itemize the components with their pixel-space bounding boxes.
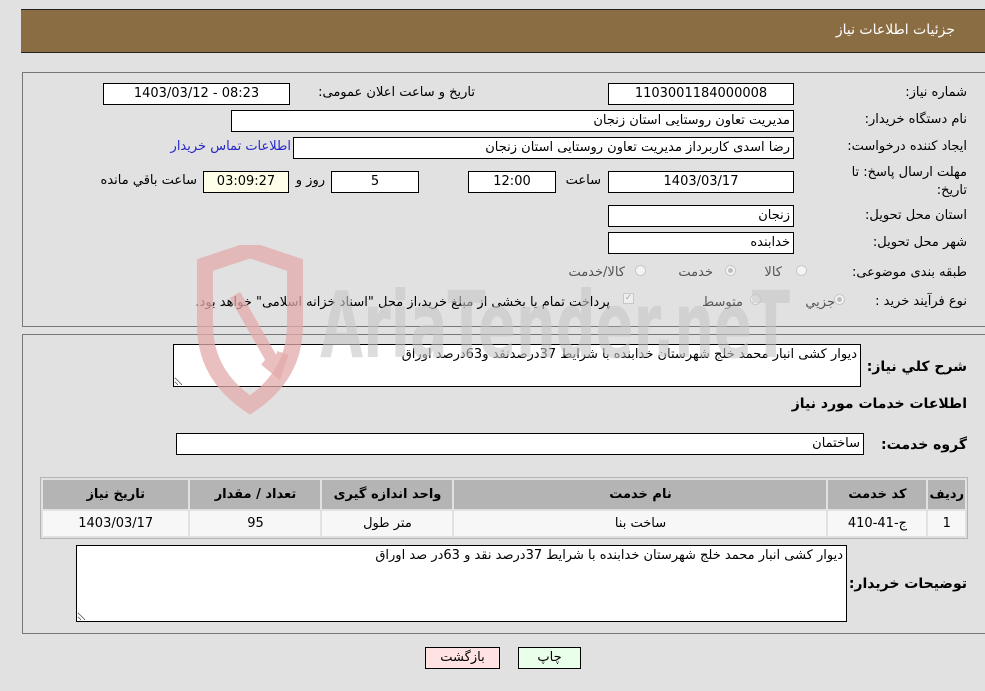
cell-row-number: 1 [928,511,965,536]
buyer-org-field: مدیریت تعاون روستایی استان زنجان [231,110,794,132]
print-button[interactable]: چاپ [518,647,581,669]
col-header-row-number: ردیف [928,480,965,509]
services-table: ردیف کد خدمت نام خدمت واحد اندازه گیری ت… [40,477,968,539]
back-button[interactable]: بازگشت [425,647,500,669]
cell-service-code: ج-41-410 [828,511,927,536]
purchase-process-label: نوع فرآیند خرید : [875,294,967,309]
col-header-need-date: تاریخ نیاز [43,480,189,509]
category-label: طبقه بندی موضوعی: [851,265,967,280]
general-desc-label: شرح کلي نياز: [866,359,967,375]
days-label: روز و [295,173,325,188]
buyer-notes-label: توضیحات خریدار: [848,576,967,592]
payment-treasury-checkbox[interactable]: ✓ [623,293,634,304]
page-header: جزئیات اطلاعات نیاز [21,9,985,53]
cell-quantity: 95 [190,511,321,536]
buyer-contact-link[interactable]: اطلاعات تماس خریدار [171,139,291,154]
cell-need-date: 1403/03/17 [43,511,189,536]
page-title: جزئیات اطلاعات نیاز [835,22,955,38]
deadline-date-field: 1403/03/17 [608,171,794,193]
col-header-unit: واحد اندازه گیری [322,480,453,509]
service-group-field: ساختمان [176,433,864,455]
process-radio-minor[interactable] [834,294,845,305]
delivery-city-label: شهر محل تحویل: [872,235,967,250]
category-radio-service[interactable] [725,265,736,276]
need-number-field: 1103001184000008 [608,83,794,105]
remaining-time-field: 03:09:27 [203,171,289,193]
services-table-header: ردیف کد خدمت نام خدمت واحد اندازه گیری ت… [43,480,965,509]
general-desc-textarea[interactable]: دیوار کشی انبار محمد خلج شهرستان خدابنده… [173,344,861,387]
col-header-quantity: تعداد / مقدار [190,480,321,509]
remaining-time-label: ساعت باقي مانده [100,173,197,188]
buyer-org-label: نام دستگاه خریدار: [864,112,967,127]
need-info-panel: شماره نیاز: 1103001184000008 تاریخ و ساع… [22,72,985,327]
delivery-city-field: خدابنده [608,232,794,254]
cell-service-name: ساخت بنا [454,511,827,536]
deadline-time-field: 12:00 [468,171,556,193]
category-option-goods-service: کالا/خدمت [568,265,625,280]
process-option-medium: متوسط [702,295,743,310]
col-header-service-name: نام خدمت [454,480,827,509]
buyer-notes-textarea[interactable]: دیوار کشی انبار محمد خلج شهرستان خدابنده… [76,545,847,622]
cell-unit: متر طول [322,511,453,536]
process-option-minor: جزيي [805,295,835,310]
payment-note: پرداخت تمام یا بخشی از مبلغ خرید،از محل … [195,295,610,310]
services-section-title: اطلاعات خدمات مورد نياز [791,396,967,412]
deadline-time-label: ساعت [565,173,601,188]
category-option-service: خدمت [678,265,713,280]
deadline-label-line1: مهلت ارسال پاسخ: تا [851,165,967,180]
category-option-goods: کالا [764,265,782,280]
category-radio-goods-service[interactable] [635,265,646,276]
details-panel: شرح کلي نياز: دیوار کشی انبار محمد خلج ش… [22,334,985,634]
process-radio-medium[interactable] [750,294,761,305]
deadline-label-line2: تاریخ: [936,183,967,198]
requester-field: رضا اسدی کاربرداز مدیریت تعاون روستایی ا… [293,137,794,159]
deadline-days-field: 5 [331,171,419,193]
delivery-province-field: زنجان [608,205,794,227]
service-group-label: گروه خدمت: [881,437,967,453]
delivery-province-label: استان محل تحویل: [865,208,967,223]
requester-label: ایجاد کننده درخواست: [847,139,967,154]
announce-datetime-field: 1403/03/12 - 08:23 [103,83,290,105]
col-header-service-code: کد خدمت [828,480,927,509]
need-number-label: شماره نیاز: [905,85,967,100]
category-radio-goods[interactable] [796,265,807,276]
announce-datetime-label: تاریخ و ساعت اعلان عمومی: [318,85,475,100]
table-row: 1 ج-41-410 ساخت بنا متر طول 95 1403/03/1… [43,511,965,536]
